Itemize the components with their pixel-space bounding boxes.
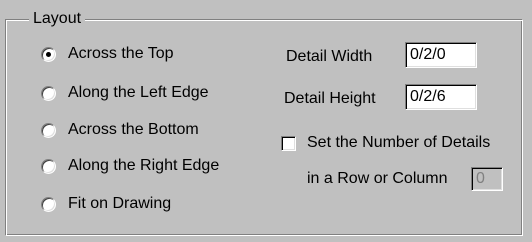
detail-height-label: Detail Height: [284, 90, 376, 107]
radio-selected-dot-icon: [46, 51, 51, 57]
radio-label: Along the Right Edge: [68, 157, 220, 174]
layout-group-title: Layout: [29, 10, 86, 28]
radio-label: Across the Bottom: [68, 121, 199, 138]
radio-label: Fit on Drawing: [68, 195, 172, 212]
detail-width-label: Detail Width: [286, 48, 373, 65]
radio-button-icon[interactable]: [41, 46, 56, 62]
radio-label: Along the Left Edge: [68, 84, 209, 101]
set-number-of-details-label: Set the Number of Details: [307, 134, 491, 151]
radio-along-the-left-edge[interactable]: Along the Left Edge: [41, 82, 209, 104]
detail-width-input[interactable]: [405, 42, 477, 68]
radio-button-icon[interactable]: [41, 122, 56, 138]
radio-across-the-bottom[interactable]: Across the Bottom: [41, 119, 199, 141]
radio-button-icon[interactable]: [41, 196, 56, 212]
radio-label: Across the Top: [68, 45, 174, 62]
radio-fit-on-drawing[interactable]: Fit on Drawing: [41, 193, 171, 215]
radio-button-icon[interactable]: [41, 158, 56, 174]
detail-height-input[interactable]: [405, 84, 477, 110]
row-or-column-label: in a Row or Column: [307, 170, 448, 187]
details-count-input[interactable]: 0: [471, 167, 503, 191]
set-number-of-details-checkbox[interactable]: [281, 136, 296, 151]
radio-along-the-right-edge[interactable]: Along the Right Edge: [41, 155, 219, 177]
radio-button-icon[interactable]: [41, 85, 56, 101]
radio-across-the-top[interactable]: Across the Top: [41, 43, 174, 65]
